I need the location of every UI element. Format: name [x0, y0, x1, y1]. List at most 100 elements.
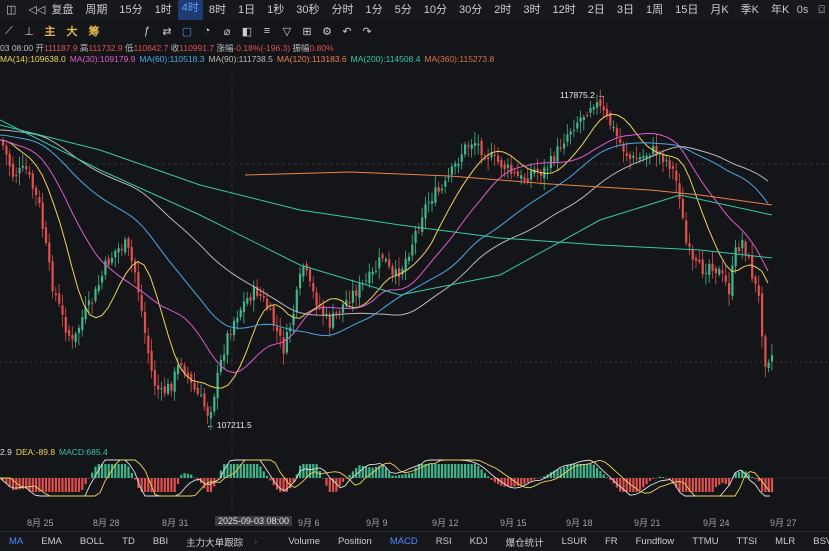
open-value: 111187.9	[43, 43, 78, 53]
indicator-tab[interactable]: 主力大单跟踪	[177, 535, 252, 549]
indicator-tab[interactable]: RSI	[427, 536, 461, 547]
macd-bar	[163, 478, 166, 492]
interval-12[interactable]: 2时	[488, 0, 517, 20]
interval-15[interactable]: 2日	[582, 0, 611, 20]
interval-3[interactable]: 8时	[203, 0, 232, 20]
compare-icon[interactable]: ⇄	[158, 25, 176, 38]
interval-10[interactable]: 10分	[418, 0, 453, 20]
candle-body	[414, 230, 417, 243]
period-button[interactable]: 周期	[79, 0, 113, 20]
indicator-tab[interactable]: FR	[596, 536, 627, 547]
indicator-tab[interactable]: TTSI	[728, 536, 767, 547]
replay-button[interactable]: 复盘	[51, 0, 79, 20]
candle-body	[513, 171, 516, 173]
interval-21[interactable]: 年K	[765, 0, 795, 20]
candle-body	[153, 369, 156, 386]
measure-tool-icon[interactable]: ⊥	[20, 25, 38, 38]
indicator-tab[interactable]: Position	[329, 536, 381, 547]
candle-body	[671, 166, 675, 169]
interval-8[interactable]: 1分	[359, 0, 388, 20]
candle-body	[635, 158, 638, 160]
candle-body	[378, 257, 381, 269]
redo-icon[interactable]: ↷	[358, 25, 376, 38]
macd-bar	[698, 478, 701, 492]
interval-16[interactable]: 3日	[611, 0, 640, 20]
interval-9[interactable]: 5分	[389, 0, 418, 20]
indicator-tab[interactable]: 爆仓统计	[497, 535, 553, 549]
price-line-icon[interactable]: ⌀	[218, 25, 236, 38]
macd-bar	[190, 474, 193, 478]
interval-1[interactable]: 1时	[149, 0, 178, 20]
macd-bar	[638, 478, 642, 491]
candle-body	[8, 154, 11, 167]
chip-button[interactable]: 筹	[84, 23, 104, 39]
macd-bar	[31, 478, 34, 492]
interval-5[interactable]: 1秒	[261, 0, 290, 20]
interval-0[interactable]: 15分	[113, 0, 148, 20]
interval-7[interactable]: 分时	[325, 0, 359, 20]
candle-body	[51, 261, 54, 292]
indicator-tab[interactable]: KDJ	[461, 536, 497, 547]
x-tick-label: 9月 9	[366, 518, 388, 528]
settings-icon[interactable]: ⚙	[318, 25, 336, 38]
macd-bar	[407, 473, 411, 478]
indicator-tab[interactable]: BBI	[144, 536, 177, 547]
line-tool-icon[interactable]: ⟋	[0, 25, 18, 38]
interval-18[interactable]: 15日	[669, 0, 704, 20]
candle-body	[38, 197, 41, 204]
indicator-tab[interactable]: MACD	[381, 536, 427, 547]
indicator-tab[interactable]: BSV	[804, 536, 829, 547]
indicator-tab[interactable]: TTMU	[683, 536, 727, 547]
macd-bar	[61, 478, 64, 492]
symbol-icon[interactable]: ◫	[0, 0, 22, 20]
ma-legend-item: MA(120):113183.6	[276, 54, 347, 64]
main-force-button[interactable]: 主	[40, 23, 60, 39]
indicator-tab[interactable]: TD	[113, 536, 144, 547]
macd-bar	[645, 478, 648, 485]
macd-bar	[206, 478, 209, 492]
indicator-icon[interactable]: ƒ	[138, 25, 156, 37]
indicator-tab[interactable]: Fundflow	[627, 536, 684, 547]
macd-bar	[51, 478, 54, 492]
drawing-icon[interactable]: ◧	[238, 25, 256, 38]
price-chart[interactable]	[0, 0, 829, 550]
fit-icon[interactable]: ⊞	[298, 25, 316, 38]
interval-19[interactable]: 月K	[704, 0, 734, 20]
indicator-tab[interactable]: MLR	[766, 536, 804, 547]
interval-17[interactable]: 1周	[640, 0, 669, 20]
camera-icon[interactable]: ⌼	[818, 0, 825, 20]
indicator-tab[interactable]: EMA	[32, 536, 71, 547]
indicator-tab[interactable]: BOLL	[71, 536, 113, 547]
macd-bar	[437, 464, 440, 478]
indicator-tab[interactable]: MA	[0, 536, 32, 547]
alert-icon[interactable]: ◔	[198, 25, 216, 37]
interval-13[interactable]: 3时	[517, 0, 546, 20]
candle-body	[536, 168, 539, 172]
big-order-button[interactable]: 大	[62, 23, 82, 39]
list-icon[interactable]: ≡	[258, 25, 276, 37]
macd-bar	[170, 478, 173, 492]
macd-bar	[153, 478, 156, 492]
candle-body	[269, 308, 272, 310]
undo-icon[interactable]: ↶	[338, 25, 356, 38]
interval-6[interactable]: 30秒	[290, 0, 325, 20]
macd-bar	[483, 472, 486, 478]
interval-14[interactable]: 12时	[546, 0, 581, 20]
interval-2[interactable]: 4时	[177, 0, 203, 20]
macd-bar	[619, 478, 622, 492]
candle-body	[246, 298, 249, 304]
interval-20[interactable]: 季K	[735, 0, 765, 20]
macd-bar	[322, 477, 325, 479]
filter-icon[interactable]: ▽	[278, 25, 296, 38]
interval-11[interactable]: 30分	[453, 0, 488, 20]
back-icon[interactable]: ◁◁	[22, 0, 51, 20]
candle-body	[87, 300, 90, 306]
macd-bar	[754, 478, 757, 480]
macd-bar	[41, 478, 44, 492]
interval-4[interactable]: 1日	[232, 0, 261, 20]
layout-icon[interactable]: ▢	[178, 25, 196, 38]
x-tick-label: 8月 31	[162, 518, 189, 528]
indicator-tab[interactable]: Volume	[279, 536, 329, 547]
scroll-right-icon[interactable]: ›	[252, 536, 259, 547]
indicator-tab[interactable]: LSUR	[553, 536, 596, 547]
